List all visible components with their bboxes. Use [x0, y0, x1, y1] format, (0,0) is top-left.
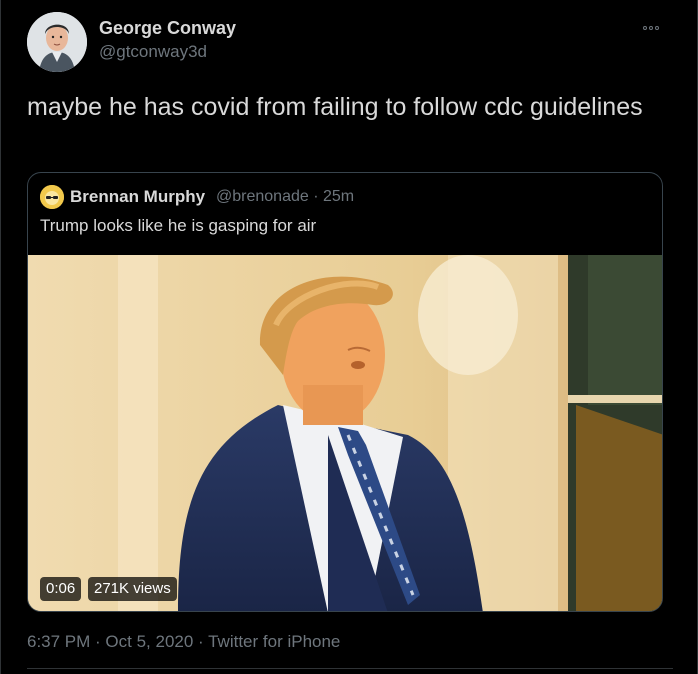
more-horizontal-icon	[649, 26, 653, 30]
quoted-author-name[interactable]: Brennan Murphy	[70, 187, 205, 207]
video-player[interactable]	[28, 255, 662, 611]
quoted-avatar[interactable]	[40, 185, 64, 209]
more-horizontal-icon	[655, 26, 659, 30]
tweet-metadata[interactable]: 6:37 PM · Oct 5, 2020 · Twitter for iPho…	[27, 632, 340, 652]
more-options-button[interactable]	[637, 20, 665, 36]
video-thumbnail	[28, 255, 662, 611]
avatar-illustration	[27, 12, 87, 72]
video-views-badge: 271K views	[88, 577, 177, 601]
quoted-tweet[interactable]: Brennan Murphy @brenonade · 25m Trump lo…	[27, 172, 663, 612]
more-horizontal-icon	[643, 26, 647, 30]
tweet-text: maybe he has covid from failing to follo…	[27, 93, 643, 121]
author-handle[interactable]: @gtconway3d	[99, 42, 207, 62]
avatar[interactable]	[27, 12, 87, 72]
quoted-author-handle[interactable]: @brenonade · 25m	[216, 188, 354, 206]
author-name[interactable]: George Conway	[99, 18, 236, 39]
quoted-avatar-illustration	[40, 185, 64, 209]
video-duration-badge: 0:06	[40, 577, 82, 601]
quoted-tweet-text: Trump looks like he is gasping for air	[40, 216, 317, 235]
divider	[27, 668, 673, 669]
tweet-detail: George Conway @gtconway3d maybe he has c…	[0, 0, 698, 674]
